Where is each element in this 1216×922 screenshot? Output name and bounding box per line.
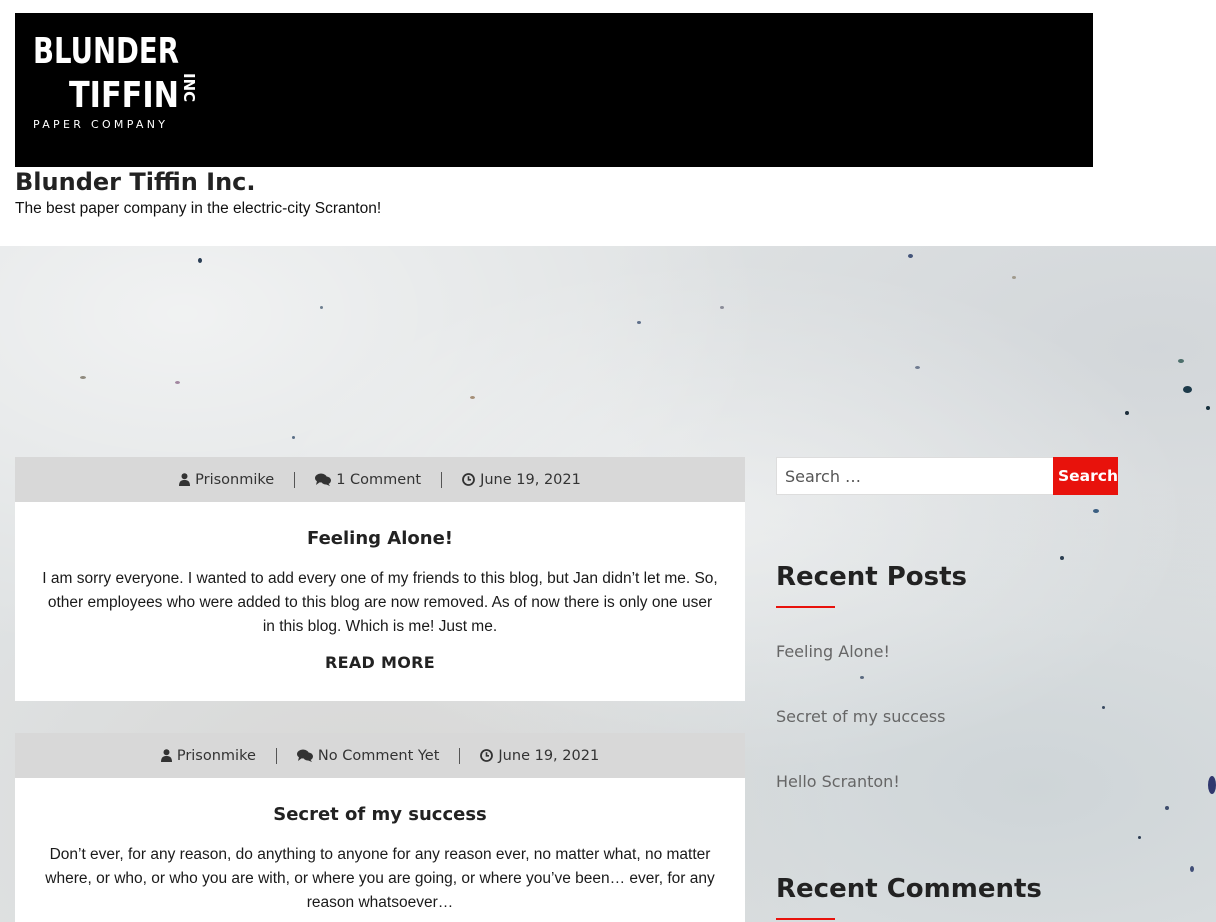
date-text: June 19, 2021 — [480, 471, 581, 488]
recent-posts-underline — [776, 606, 835, 608]
post-card: Prisonmike No Comment Yet June 19, 2021 … — [15, 733, 745, 922]
recent-comments-title: Recent Comments — [776, 874, 1042, 904]
comments-count: 1 Comment — [336, 471, 422, 488]
logo-inc: INC — [180, 73, 198, 102]
logo-line1: BLUNDER — [33, 31, 179, 72]
post-body: Secret of my success Don’t ever, for any… — [15, 778, 745, 915]
author-name: Prisonmike — [176, 747, 256, 764]
post-title[interactable]: Secret of my success — [41, 778, 719, 826]
post-meta-bar: Prisonmike 1 Comment June 19, 2021 — [15, 457, 745, 502]
site-header: BLUNDER TIFFIN INC PAPER COMPANY Blunder… — [15, 13, 1093, 217]
site-tagline: The best paper company in the electric-c… — [15, 200, 382, 217]
comments-icon — [315, 473, 332, 486]
header-banner: BLUNDER TIFFIN INC PAPER COMPANY — [15, 13, 1093, 167]
logo-subtitle: PAPER COMPANY — [33, 118, 168, 131]
post-author[interactable]: Prisonmike — [141, 748, 276, 764]
company-logo[interactable]: BLUNDER TIFFIN INC PAPER COMPANY — [33, 31, 203, 131]
post-meta-bar: Prisonmike No Comment Yet June 19, 2021 — [15, 733, 745, 778]
recent-comments-underline — [776, 918, 835, 920]
comments-count: No Comment Yet — [317, 747, 440, 764]
search-button[interactable]: Search — [1053, 457, 1118, 495]
recent-post-link[interactable]: Feeling Alone! — [776, 642, 890, 661]
post-comments-link[interactable]: 1 Comment — [294, 471, 441, 488]
clock-icon — [480, 749, 494, 762]
post-excerpt: I am sorry everyone. I wanted to add eve… — [42, 570, 718, 635]
search-form: Search — [776, 457, 1118, 495]
post-excerpt: Don’t ever, for any reason, do anything … — [45, 846, 715, 911]
post-date[interactable]: June 19, 2021 — [459, 747, 619, 764]
logo-line2: TIFFIN — [69, 75, 179, 116]
recent-post-link[interactable]: Secret of my success — [776, 707, 945, 726]
recent-posts-title: Recent Posts — [776, 562, 967, 592]
search-input[interactable] — [776, 457, 1053, 495]
post-author[interactable]: Prisonmike — [159, 472, 294, 488]
author-name: Prisonmike — [195, 471, 275, 488]
site-title[interactable]: Blunder Tiffin Inc. — [15, 168, 256, 196]
comments-icon — [296, 749, 313, 762]
user-icon — [179, 473, 191, 486]
user-icon — [160, 749, 172, 762]
recent-post-link[interactable]: Hello Scranton! — [776, 772, 900, 791]
post-comments-link[interactable]: No Comment Yet — [275, 747, 460, 764]
post-title[interactable]: Feeling Alone! — [41, 502, 719, 550]
read-more-link[interactable]: READ MORE — [325, 653, 435, 672]
date-text: June 19, 2021 — [498, 747, 600, 764]
post-body: Feeling Alone! I am sorry everyone. I wa… — [15, 502, 745, 673]
post-date[interactable]: June 19, 2021 — [441, 471, 601, 488]
post-card: Prisonmike 1 Comment June 19, 2021 Feeli… — [15, 457, 745, 701]
clock-icon — [462, 473, 475, 486]
